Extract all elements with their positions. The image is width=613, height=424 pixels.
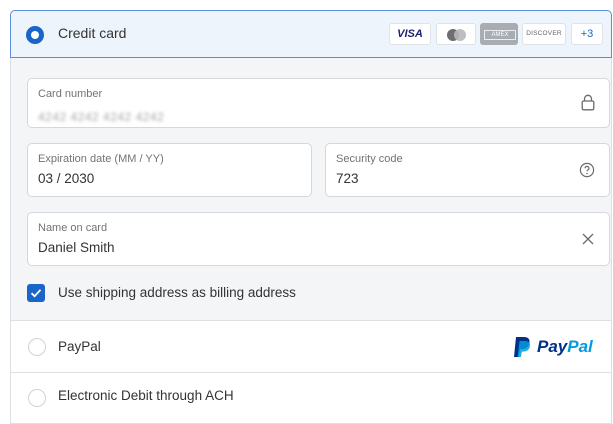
payment-methods-panel: Credit card VISA AMEX DISCOVER +3 Card n… — [0, 0, 613, 424]
clear-icon[interactable] — [581, 232, 595, 251]
amex-logo: AMEX — [480, 23, 518, 45]
paypal-logo-pal: Pal — [567, 337, 593, 356]
card-number-label: Card number — [38, 88, 103, 100]
mastercard-logo — [436, 23, 476, 45]
ach-option[interactable]: Electronic Debit through ACH — [10, 373, 612, 424]
paypal-logo-pay: Pay — [537, 337, 568, 356]
paypal-label: PayPal — [58, 339, 101, 354]
security-code-label: Security code — [336, 153, 403, 165]
more-brands-badge[interactable]: +3 — [571, 23, 603, 45]
name-on-card-value: Daniel Smith — [38, 240, 115, 255]
ach-label: Electronic Debit through ACH — [58, 388, 234, 403]
name-on-card-field[interactable]: Name on card Daniel Smith — [27, 212, 610, 266]
card-number-field[interactable]: Card number 4242 4242 4242 4242 — [27, 78, 610, 128]
expiration-date-value: 03 / 2030 — [38, 171, 95, 186]
discover-logo: DISCOVER — [522, 23, 566, 45]
security-code-field[interactable]: Security code 723 — [325, 143, 610, 197]
ach-radio[interactable] — [28, 389, 46, 407]
lock-icon — [581, 94, 595, 116]
card-number-value: 4242 4242 4242 4242 — [38, 110, 165, 124]
credit-card-radio[interactable] — [26, 26, 44, 44]
visa-logo: VISA — [389, 23, 431, 45]
billing-address-label[interactable]: Use shipping address as billing address — [58, 285, 296, 300]
credit-card-label: Credit card — [58, 25, 127, 41]
expiration-date-label: Expiration date (MM / YY) — [38, 153, 164, 165]
paypal-option[interactable]: PayPal PayPal — [10, 320, 612, 373]
paypal-logo: PayPal — [513, 335, 609, 359]
name-on-card-label: Name on card — [38, 222, 108, 234]
expiration-date-field[interactable]: Expiration date (MM / YY) 03 / 2030 — [27, 143, 312, 197]
security-code-value: 723 — [336, 171, 359, 186]
paypal-radio[interactable] — [28, 338, 46, 356]
help-circle-icon[interactable] — [579, 162, 595, 183]
billing-address-checkbox[interactable] — [27, 284, 45, 302]
